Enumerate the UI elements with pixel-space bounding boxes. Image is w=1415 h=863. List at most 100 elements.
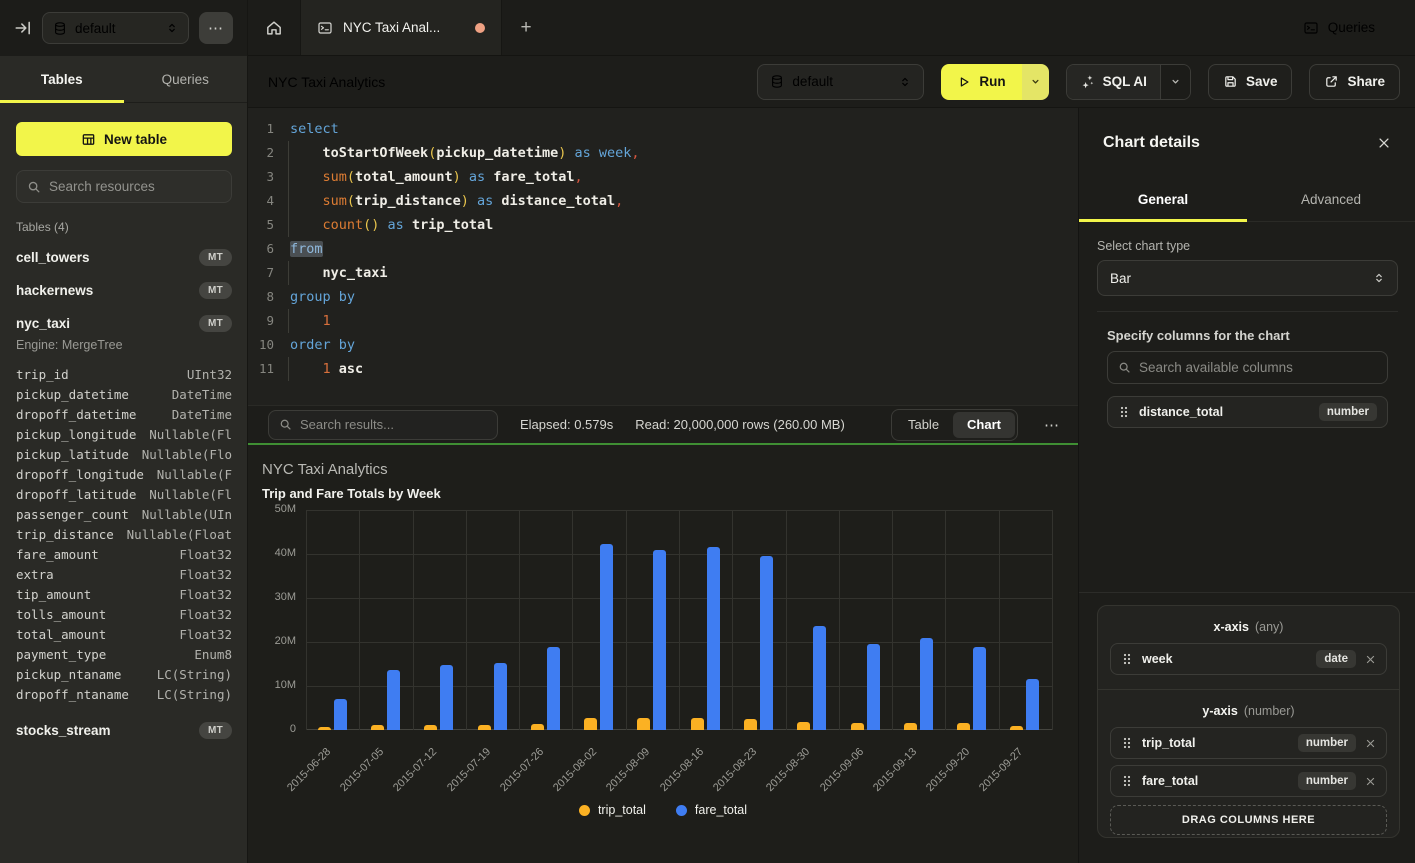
database-select[interactable]: default <box>42 12 189 44</box>
chart-bar-fare_total[interactable] <box>813 626 826 730</box>
chart-bar-fare_total[interactable] <box>440 665 453 730</box>
column-type: Nullable(Float <box>127 527 232 542</box>
view-toggle-table[interactable]: Table <box>894 412 953 438</box>
code-token: ) <box>461 193 469 209</box>
chart-bar-fare_total[interactable] <box>707 547 720 730</box>
drag-handle-icon[interactable] <box>1118 405 1130 419</box>
chart-bar-trip_total[interactable] <box>957 723 970 730</box>
chart-gridline <box>519 510 520 730</box>
drag-handle-icon[interactable] <box>1121 774 1133 788</box>
column-search-input[interactable] <box>1139 360 1377 375</box>
x-axis-chip-week[interactable]: week date <box>1110 643 1387 675</box>
editor-line: 8group by <box>248 285 1078 309</box>
table-engine-label: Engine: MergeTree <box>16 338 123 352</box>
chart-type-select[interactable]: Bar <box>1097 260 1398 296</box>
remove-column-icon[interactable] <box>1365 654 1376 665</box>
home-icon <box>265 19 283 37</box>
chart-type-value: Bar <box>1110 271 1373 286</box>
chart-bar-trip_total[interactable] <box>904 723 917 730</box>
sidebar-tab-tables[interactable]: Tables <box>0 56 124 102</box>
line-number: 8 <box>248 285 274 309</box>
chart-bar-trip_total[interactable] <box>797 722 810 730</box>
unsaved-changes-dot <box>475 23 485 33</box>
table-name: cell_towers <box>16 250 90 265</box>
view-toggle-chart[interactable]: Chart <box>953 412 1015 438</box>
chart-bar-fare_total[interactable] <box>334 699 347 730</box>
sql-editor[interactable]: 1select2 toStartOfWeek(pickup_datetime) … <box>248 108 1078 405</box>
sql-ai-dropdown[interactable] <box>1160 65 1190 99</box>
code-token <box>290 169 323 185</box>
run-options-dropdown[interactable] <box>1022 64 1049 100</box>
column-type: Float32 <box>179 627 232 642</box>
sidebar-more-button[interactable]: ⋯ <box>199 12 233 44</box>
column-name: dropoff_datetime <box>16 407 136 422</box>
code-token: count <box>323 217 364 233</box>
x-axis-label: x-axis <box>1214 620 1249 634</box>
tab-nyc-taxi-analytics[interactable]: NYC Taxi Anal... <box>300 0 502 55</box>
chart-bar-fare_total[interactable] <box>387 670 400 730</box>
chart-bar-fare_total[interactable] <box>600 544 613 730</box>
close-icon[interactable] <box>1377 136 1391 150</box>
chart-bar-fare_total[interactable] <box>920 638 933 730</box>
divider <box>1098 689 1399 690</box>
line-code: 1 <box>290 309 331 333</box>
chart-bar-fare_total[interactable] <box>867 644 880 730</box>
chart-bar-trip_total[interactable] <box>691 718 704 730</box>
sidebar-item-stocks-stream[interactable]: stocks_stream MT <box>16 719 232 741</box>
queries-nav-button[interactable]: Queries <box>1303 0 1415 55</box>
sidebar-tab-queries[interactable]: Queries <box>124 56 248 102</box>
code-token: , <box>631 145 639 161</box>
remove-column-icon[interactable] <box>1365 776 1376 787</box>
drag-handle-icon[interactable] <box>1121 736 1133 750</box>
drag-handle-icon[interactable] <box>1121 652 1133 666</box>
drop-zone[interactable]: DRAG COLUMNS HERE <box>1110 805 1387 835</box>
chart-bar-fare_total[interactable] <box>973 647 986 730</box>
column-type: Nullable(UIn <box>142 507 232 522</box>
chart-bar-trip_total[interactable] <box>744 719 757 730</box>
share-button[interactable]: Share <box>1309 64 1400 100</box>
editor-line: 9 1 <box>248 309 1078 333</box>
new-table-button[interactable]: New table <box>16 122 232 156</box>
sidebar-item-nyc-taxi[interactable]: nyc_taxi MT <box>16 312 232 334</box>
database-select-value: default <box>75 21 158 36</box>
chevron-updown-icon <box>1373 271 1385 285</box>
column-name: total_amount <box>16 627 106 642</box>
chart-bar-fare_total[interactable] <box>494 663 507 730</box>
chart-bar-trip_total[interactable] <box>851 723 864 730</box>
engine-badge: MT <box>199 722 232 739</box>
legend-item-fare_total[interactable]: fare_total <box>676 803 747 817</box>
chart-bar-trip_total[interactable] <box>584 718 597 731</box>
read-stat: Read: 20,000,000 rows (260.00 MB) <box>635 417 845 432</box>
remove-column-icon[interactable] <box>1365 738 1376 749</box>
sidebar-item-cell-towers[interactable]: cell_towers MT <box>16 246 232 268</box>
code-token: sum <box>323 193 347 209</box>
available-column-distance-total[interactable]: distance_total number <box>1107 396 1388 428</box>
chart-bar-fare_total[interactable] <box>653 550 666 730</box>
run-button[interactable]: Run <box>941 64 1021 100</box>
chart-bar-fare_total[interactable] <box>547 647 560 730</box>
save-button[interactable]: Save <box>1208 64 1293 100</box>
chart-details-header: Chart details <box>1079 108 1415 178</box>
home-button[interactable] <box>248 0 300 55</box>
table-name: nyc_taxi <box>16 316 70 331</box>
chart-bar-trip_total[interactable] <box>637 718 650 730</box>
legend-item-trip_total[interactable]: trip_total <box>579 803 646 817</box>
results-more-button[interactable]: ⋯ <box>1040 416 1064 434</box>
y-axis-chip-fare-total[interactable]: fare_total number <box>1110 765 1387 797</box>
toolbar-database-select[interactable]: default <box>757 64 924 100</box>
new-tab-button[interactable]: + <box>502 0 550 55</box>
results-search-input[interactable] <box>300 417 487 432</box>
y-axis-chip-trip-total[interactable]: trip_total number <box>1110 727 1387 759</box>
sidebar-search-input[interactable] <box>49 179 221 194</box>
sql-ai-button[interactable]: SQL AI <box>1067 65 1160 99</box>
tab-advanced[interactable]: Advanced <box>1247 178 1415 221</box>
chart-gridline <box>413 510 414 730</box>
x-axis-hint: (any) <box>1255 620 1283 634</box>
chart-bar-fare_total[interactable] <box>760 556 773 730</box>
column-type: LC(String) <box>157 687 232 702</box>
collapse-sidebar-icon[interactable] <box>14 19 32 37</box>
table-column-row: pickup_datetimeDateTime <box>16 384 232 404</box>
sidebar-item-hackernews[interactable]: hackernews MT <box>16 279 232 301</box>
chart-bar-fare_total[interactable] <box>1026 679 1039 730</box>
tab-general[interactable]: General <box>1079 178 1247 221</box>
